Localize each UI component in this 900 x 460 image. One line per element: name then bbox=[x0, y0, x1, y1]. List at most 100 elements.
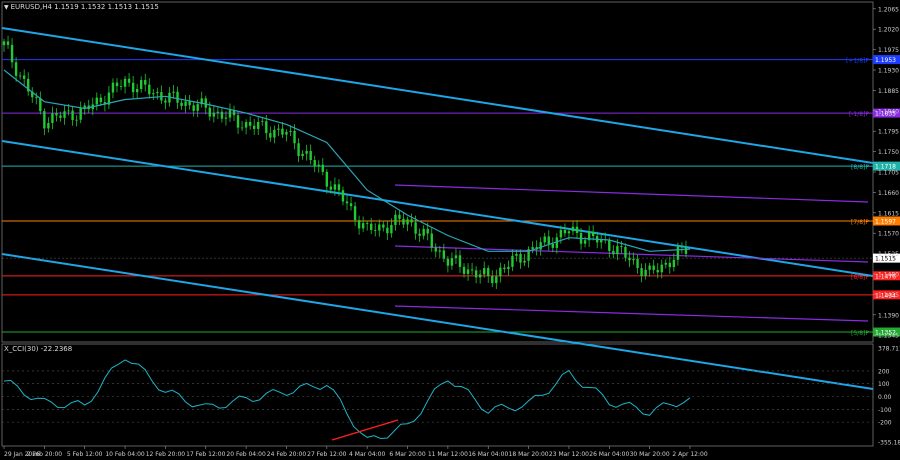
price-chart[interactable]: [+1/8]P 1.1953[-1/8]P 1.1835[8/8]P 1.1718[7… bbox=[0, 0, 900, 460]
candle-body bbox=[491, 276, 494, 284]
candle-body bbox=[43, 111, 46, 129]
time-axis-label: 27 Feb 12:00 bbox=[307, 451, 347, 458]
candle-body bbox=[10, 44, 14, 63]
candle-body bbox=[297, 143, 300, 156]
candle-body bbox=[365, 223, 369, 224]
candle-body bbox=[14, 62, 18, 76]
candle-body bbox=[341, 190, 345, 202]
candle-body bbox=[567, 231, 571, 234]
candle-body bbox=[131, 82, 135, 93]
candle-body bbox=[248, 121, 252, 126]
indicator-label: X_CCI(30) -22.2368 bbox=[4, 345, 73, 353]
candle-body bbox=[329, 186, 333, 190]
candle-body bbox=[144, 80, 147, 85]
candle-body bbox=[208, 107, 211, 117]
candle-body bbox=[2, 41, 6, 46]
time-axis-label: 5 Feb 12:00 bbox=[67, 451, 103, 458]
time-axis-label: 17 Feb 12:00 bbox=[186, 451, 226, 458]
candle-body bbox=[228, 110, 232, 118]
candle-body bbox=[75, 119, 78, 121]
candle-body bbox=[345, 201, 349, 204]
candle-body bbox=[378, 224, 381, 231]
candle-body bbox=[531, 247, 534, 250]
candle-body bbox=[487, 268, 490, 277]
symbol-label: EURUSD,H4 bbox=[10, 3, 52, 11]
candle-body bbox=[265, 121, 268, 134]
candle-body bbox=[6, 41, 10, 45]
candle-body bbox=[483, 268, 486, 275]
candle-body bbox=[305, 151, 308, 154]
candle-body bbox=[119, 86, 123, 87]
collapse-triangle-icon: ▼ bbox=[4, 4, 9, 11]
candle-body bbox=[390, 224, 393, 234]
ohlc-values: 1.1519 1.1532 1.1513 1.1515 bbox=[54, 3, 159, 11]
candle-body bbox=[563, 229, 567, 234]
candle-body bbox=[684, 247, 688, 254]
candle-body bbox=[196, 104, 199, 111]
candle-body bbox=[458, 255, 462, 267]
candle-body bbox=[321, 164, 324, 172]
candle-body bbox=[188, 101, 191, 106]
price-axis-label: 1.1975 bbox=[878, 47, 899, 54]
candle-body bbox=[123, 78, 127, 87]
murrey-level-label: [8/8]P bbox=[851, 164, 869, 171]
candle-body bbox=[22, 75, 26, 79]
candle-body bbox=[115, 82, 119, 87]
price-axis-label: 1.1480 bbox=[878, 272, 899, 279]
candle-body bbox=[499, 267, 502, 277]
trend-channel-line bbox=[1, 27, 874, 164]
candle-body bbox=[309, 151, 312, 161]
time-axis-label: 6 Mar 20:00 bbox=[389, 451, 425, 458]
candle-body bbox=[656, 269, 659, 273]
time-axis-label: 18 Mar 20:00 bbox=[509, 451, 549, 458]
price-pane-frame bbox=[1, 1, 874, 343]
candle-body bbox=[35, 97, 38, 99]
time-axis-label: 11 Mar 12:00 bbox=[428, 451, 468, 458]
candle-body bbox=[140, 80, 143, 89]
candle-body bbox=[317, 164, 320, 167]
candle-body bbox=[454, 255, 458, 259]
candle-body bbox=[176, 91, 179, 103]
candle-body bbox=[156, 92, 159, 94]
candle-body bbox=[680, 246, 684, 248]
candle-body bbox=[430, 233, 433, 248]
candle-body bbox=[668, 262, 672, 268]
candle-body bbox=[414, 222, 417, 234]
price-axis-label: 1.2065 bbox=[878, 6, 899, 13]
candle-body bbox=[111, 82, 115, 93]
candle-body bbox=[257, 122, 260, 129]
time-axis-label: 20 Feb 04:00 bbox=[226, 451, 266, 458]
candle-body bbox=[495, 276, 498, 284]
candle-body bbox=[450, 258, 454, 266]
candle-body bbox=[357, 220, 361, 229]
candle-body bbox=[559, 229, 563, 238]
candle-body bbox=[192, 105, 195, 111]
short-channel-line bbox=[394, 305, 869, 322]
candle-body bbox=[95, 97, 99, 105]
murrey-level-label: [7/8]P bbox=[851, 219, 869, 226]
candle-body bbox=[434, 247, 437, 252]
candle-body bbox=[269, 133, 272, 138]
candle-body bbox=[438, 250, 442, 252]
candle-body bbox=[293, 130, 296, 144]
candle-body bbox=[591, 231, 595, 237]
candle-body bbox=[79, 108, 82, 120]
candle-body bbox=[410, 219, 413, 223]
time-axis-label: 4 Mar 04:00 bbox=[349, 451, 385, 458]
murrey-price-tag-text: 1.1597 bbox=[875, 218, 896, 225]
price-axis-label: 1.1885 bbox=[878, 88, 899, 95]
price-axis-label: 1.1525 bbox=[878, 251, 899, 258]
candle-body bbox=[135, 88, 139, 93]
candle-body bbox=[180, 102, 183, 106]
price-axis-label: 1.1705 bbox=[878, 170, 899, 177]
candle-body bbox=[47, 122, 50, 129]
candle-body bbox=[277, 128, 280, 130]
time-axis-label: 2 Apr 12:00 bbox=[672, 451, 707, 458]
candle-body bbox=[59, 115, 62, 118]
candle-body bbox=[636, 259, 639, 269]
candle-body bbox=[99, 97, 103, 103]
candle-body bbox=[374, 230, 377, 231]
candle-body bbox=[571, 226, 575, 232]
cci-axis-label: -100 bbox=[878, 407, 892, 414]
time-axis-label: 2 Feb 20:00 bbox=[27, 451, 63, 458]
